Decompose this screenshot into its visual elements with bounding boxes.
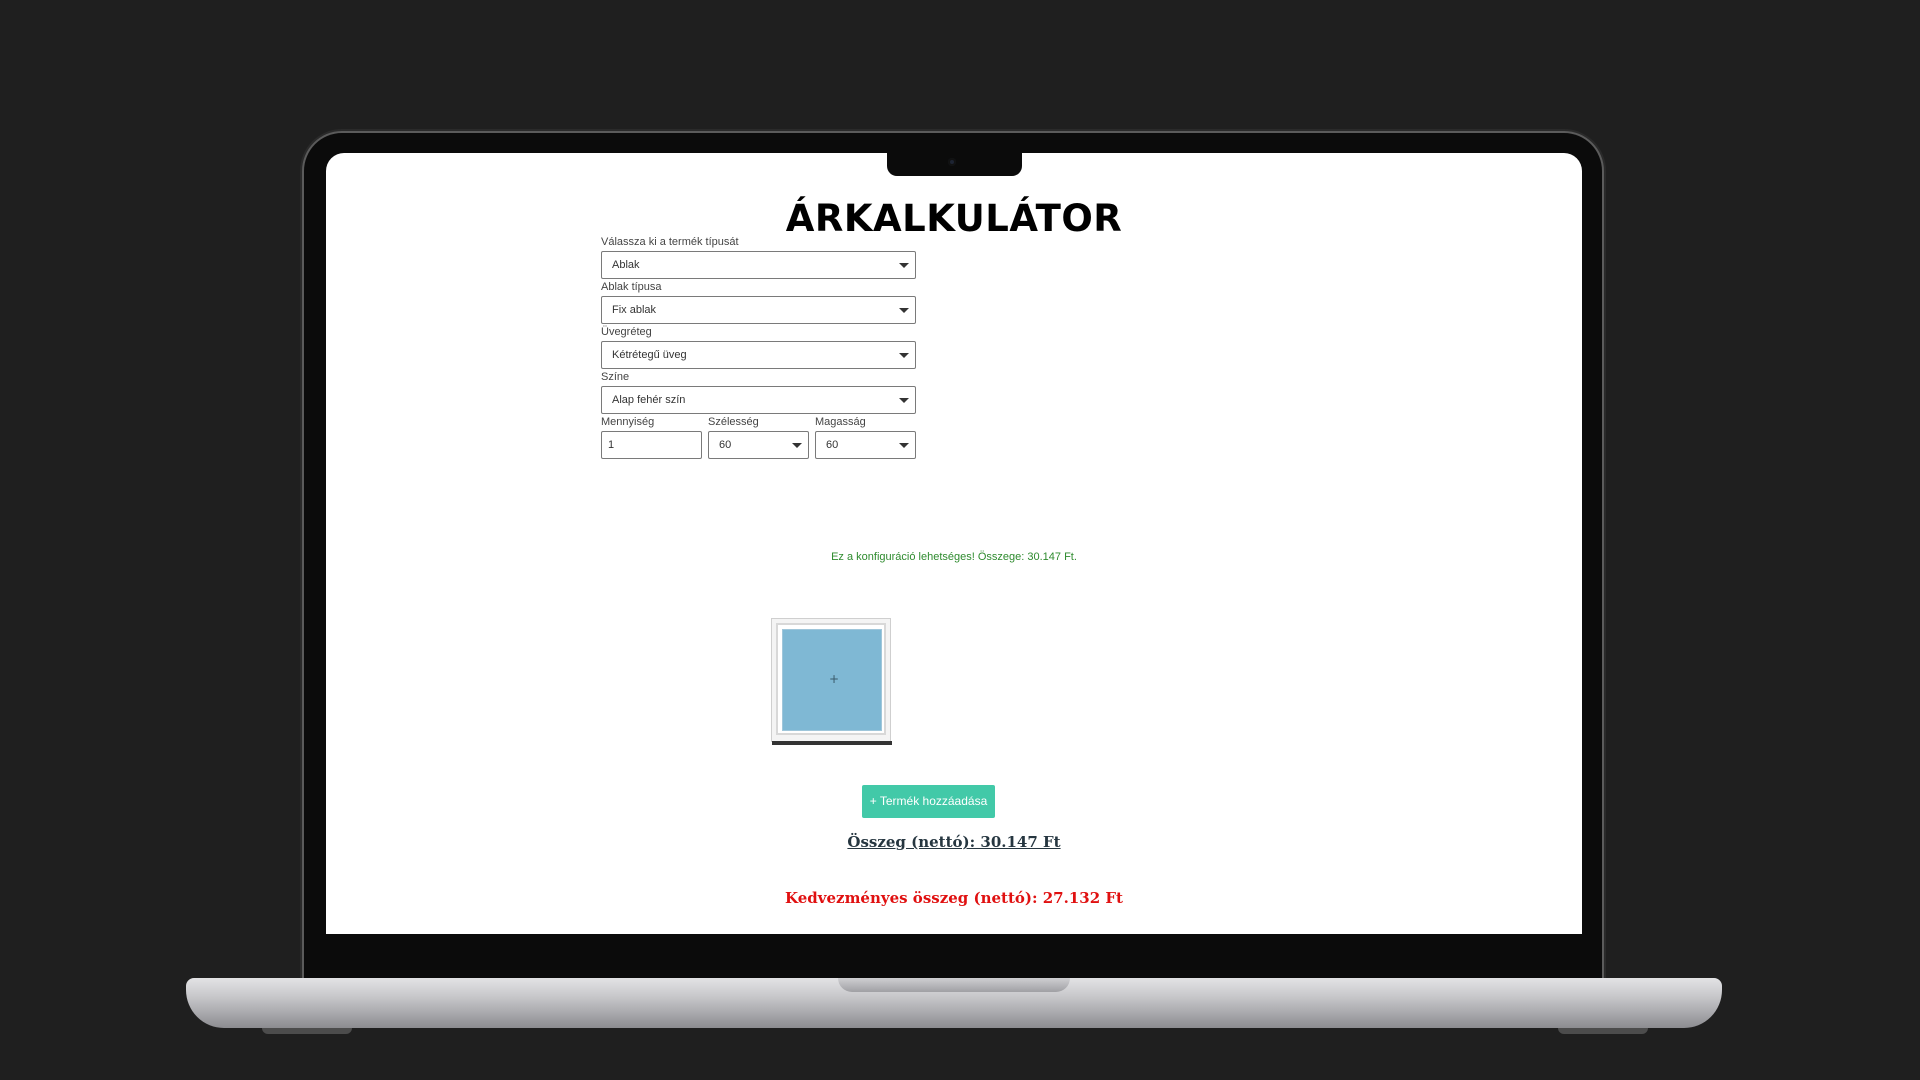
- quantity-label: Mennyiség: [601, 416, 655, 428]
- laptop-foot-right: [1558, 1028, 1648, 1034]
- glazing-select[interactable]: Kétrétegű üveg: [601, 341, 916, 369]
- product-type-select[interactable]: Ablak: [601, 251, 916, 279]
- height-label: Magasság: [815, 416, 866, 428]
- window-preview: +: [771, 618, 892, 745]
- page-title: ÁRKALKULÁTOR: [785, 197, 1123, 240]
- chevron-down-icon: [899, 398, 909, 403]
- configuration-status-message: Ez a konfiguráció lehetséges! Összege: 3…: [831, 551, 1077, 563]
- window-glass-pane: +: [782, 629, 882, 731]
- laptop-base-notch: [838, 978, 1070, 992]
- chevron-down-icon: [899, 443, 909, 448]
- chevron-down-icon: [792, 443, 802, 448]
- glazing-value: Kétrétegű üveg: [612, 349, 687, 361]
- window-frame: +: [776, 623, 886, 735]
- window-type-select[interactable]: Fix ablak: [601, 296, 916, 324]
- width-value: 60: [719, 439, 732, 451]
- laptop-screen: ÁRKALKULÁTOR Válassza ki a termék típusá…: [326, 153, 1582, 934]
- color-label: Színe: [601, 371, 630, 383]
- window-type-value: Fix ablak: [612, 304, 657, 316]
- camera-notch: [887, 153, 1022, 176]
- discounted-net-total: Kedvezményes összeg (nettó): 27.132 Ft: [785, 889, 1123, 907]
- height-select[interactable]: 60: [815, 431, 916, 459]
- window-type-label: Ablak típusa: [601, 281, 662, 293]
- chevron-down-icon: [899, 263, 909, 268]
- laptop-foot-left: [262, 1028, 352, 1034]
- net-total: Összeg (nettó): 30.147 Ft: [847, 833, 1061, 851]
- width-select[interactable]: 60: [708, 431, 809, 459]
- glazing-label: Üvegréteg: [601, 326, 652, 338]
- chevron-down-icon: [899, 308, 909, 313]
- width-label: Szélesség: [708, 416, 759, 428]
- product-type-label: Válassza ki a termék típusát: [601, 236, 739, 248]
- height-value: 60: [826, 439, 839, 451]
- price-calculator-page: ÁRKALKULÁTOR Válassza ki a termék típusá…: [326, 153, 1582, 934]
- laptop-base: [186, 978, 1722, 1028]
- product-type-value: Ablak: [612, 259, 640, 271]
- color-select[interactable]: Alap fehér szín: [601, 386, 916, 414]
- camera-icon: [948, 158, 956, 166]
- color-value: Alap fehér szín: [612, 394, 686, 406]
- quantity-input[interactable]: 1: [601, 431, 702, 459]
- plus-icon: +: [829, 672, 840, 686]
- window-sill: [772, 741, 892, 745]
- add-product-button[interactable]: + Termék hozzáadása: [862, 785, 995, 818]
- chevron-down-icon: [899, 353, 909, 358]
- laptop-bezel: [312, 934, 1598, 978]
